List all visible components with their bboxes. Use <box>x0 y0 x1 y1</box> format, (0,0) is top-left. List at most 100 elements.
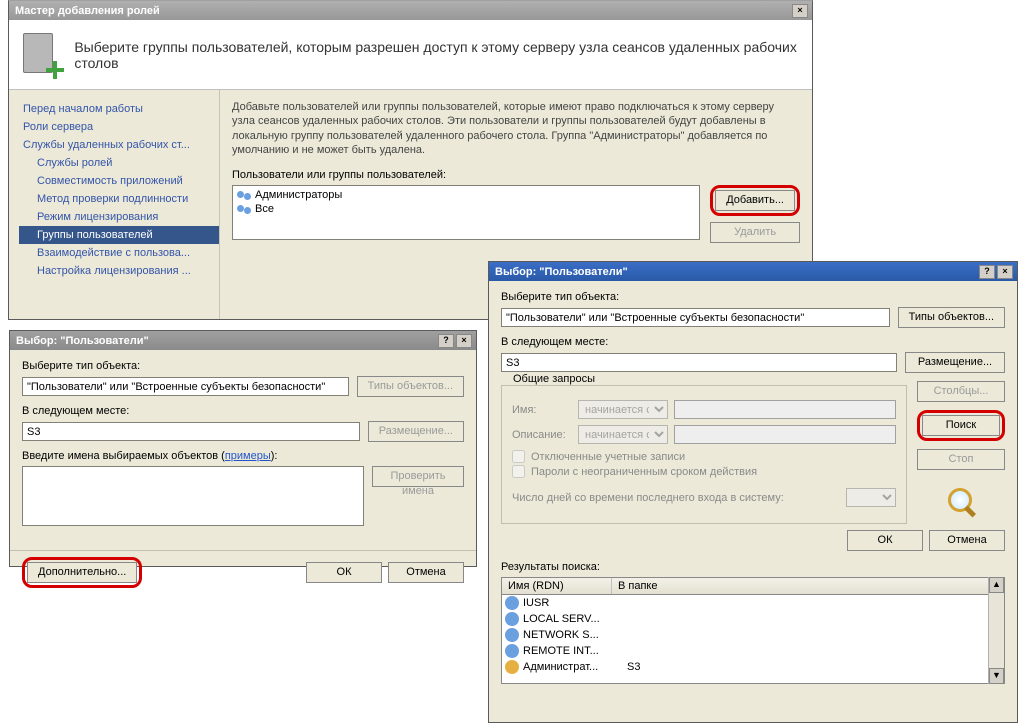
objtype-field <box>22 377 349 396</box>
result-row[interactable]: IUSR <box>502 595 1004 611</box>
locations-button[interactable]: Размещение... <box>905 352 1005 373</box>
names-label-pre: Введите имена выбираемых объектов ( <box>22 450 225 462</box>
objtype-field <box>501 308 890 327</box>
user-icon <box>505 644 519 658</box>
wizard-heading: Выберите группы пользователей, которым р… <box>74 39 802 71</box>
common-queries-group: Общие запросы Имя: начинается с Описание… <box>501 385 907 524</box>
cancel-button[interactable]: Отмена <box>929 530 1005 551</box>
wizard-description: Добавьте пользователей или группы пользо… <box>232 100 800 157</box>
user-icon <box>505 596 519 610</box>
group-icon <box>237 189 251 201</box>
server-add-icon <box>19 31 64 79</box>
location-field <box>501 353 897 372</box>
user-group-listbox[interactable]: Администраторы Все <box>232 185 700 240</box>
desc-filter-input[interactable] <box>674 425 896 444</box>
common-queries-title: Общие запросы <box>509 373 599 385</box>
result-name: REMOTE INT... <box>523 645 623 657</box>
step-app-compat[interactable]: Совместимость приложений <box>19 172 219 190</box>
step-rds[interactable]: Службы удаленных рабочих ст... <box>19 136 219 154</box>
scroll-down-icon[interactable]: ▼ <box>989 668 1004 684</box>
location-label: В следующем месте: <box>501 336 1005 348</box>
dialog2-title: Выбор: "Пользователи" <box>493 266 979 278</box>
result-name: NETWORK S... <box>523 629 623 641</box>
result-row[interactable]: LOCAL SERV... <box>502 611 1004 627</box>
result-row[interactable]: NETWORK S... <box>502 627 1004 643</box>
results-header: Имя (RDN) В папке <box>501 577 1005 594</box>
objtype-label: Выберите тип объекта: <box>501 291 1005 303</box>
locations-button[interactable]: Размещение... <box>368 421 464 442</box>
group-icon <box>237 203 251 215</box>
step-before[interactable]: Перед началом работы <box>19 100 219 118</box>
wizard-steps: Перед началом работы Роли сервера Службы… <box>9 90 219 319</box>
days-since-logon-label: Число дней со времени последнего входа в… <box>512 492 840 504</box>
step-licensing-config[interactable]: Настройка лицензирования ... <box>19 262 219 280</box>
days-since-logon-select[interactable] <box>846 488 896 507</box>
dialog2-titlebar[interactable]: Выбор: "Пользователи" ? × <box>489 262 1017 281</box>
object-types-button[interactable]: Типы объектов... <box>357 376 464 397</box>
advanced-button[interactable]: Дополнительно... <box>27 562 137 583</box>
results-scrollbar[interactable]: ▲ ▼ <box>988 577 1004 684</box>
scroll-up-icon[interactable]: ▲ <box>989 577 1004 593</box>
step-role-services[interactable]: Службы ролей <box>19 154 219 172</box>
result-name: Администрат... <box>523 661 623 673</box>
step-auth-method[interactable]: Метод проверки подлинности <box>19 190 219 208</box>
ok-button[interactable]: ОК <box>847 530 923 551</box>
highlight-search: Поиск <box>917 410 1005 441</box>
add-button[interactable]: Добавить... <box>715 190 795 211</box>
result-name: LOCAL SERV... <box>523 613 623 625</box>
list-item[interactable]: Администраторы <box>235 188 697 202</box>
object-types-button[interactable]: Типы объектов... <box>898 307 1005 328</box>
step-user-groups[interactable]: Группы пользователей <box>19 226 219 244</box>
col-folder[interactable]: В папке <box>612 578 1004 594</box>
ok-button[interactable]: ОК <box>306 562 382 583</box>
wizard-titlebar[interactable]: Мастер добавления ролей × <box>9 1 812 20</box>
user-icon <box>505 628 519 642</box>
search-icon <box>944 486 978 514</box>
col-name[interactable]: Имя (RDN) <box>502 578 612 594</box>
list-item-label: Администраторы <box>255 189 342 201</box>
close-icon[interactable]: × <box>456 334 472 348</box>
highlight-add: Добавить... <box>710 185 800 216</box>
dialog1-titlebar[interactable]: Выбор: "Пользователи" ? × <box>10 331 476 350</box>
object-names-input[interactable] <box>22 466 364 526</box>
no-pw-expire-checkbox[interactable] <box>512 465 525 478</box>
name-filter-input[interactable] <box>674 400 896 419</box>
result-name: IUSR <box>523 597 623 609</box>
result-row[interactable]: Администрат... S3 <box>502 659 1004 675</box>
disabled-accounts-label: Отключенные учетные записи <box>531 451 685 463</box>
step-roles[interactable]: Роли сервера <box>19 118 219 136</box>
examples-link[interactable]: примеры <box>225 450 271 462</box>
name-filter-mode[interactable]: начинается с <box>578 400 668 419</box>
desc-filter-label: Описание: <box>512 429 572 441</box>
desc-filter-mode[interactable]: начинается с <box>578 425 668 444</box>
search-button[interactable]: Поиск <box>922 415 1000 436</box>
no-pw-expire-label: Пароли с неограниченным сроком действия <box>531 466 757 478</box>
step-licensing-mode[interactable]: Режим лицензирования <box>19 208 219 226</box>
wizard-title: Мастер добавления ролей <box>13 5 792 17</box>
names-label-post: ): <box>271 450 278 462</box>
step-user-interaction[interactable]: Взаимодействие с пользова... <box>19 244 219 262</box>
dialog1-title: Выбор: "Пользователи" <box>14 335 438 347</box>
names-label: Введите имена выбираемых объектов (приме… <box>22 450 464 462</box>
result-folder: S3 <box>627 661 640 673</box>
stop-button[interactable]: Стоп <box>917 449 1005 470</box>
location-field <box>22 422 360 441</box>
help-icon[interactable]: ? <box>979 265 995 279</box>
check-names-button[interactable]: Проверить имена <box>372 466 464 487</box>
help-icon[interactable]: ? <box>438 334 454 348</box>
result-row[interactable]: REMOTE INT... <box>502 643 1004 659</box>
remove-button[interactable]: Удалить <box>710 222 800 243</box>
highlight-advanced: Дополнительно... <box>22 557 142 588</box>
user-list-label: Пользователи или группы пользователей: <box>232 169 800 181</box>
columns-button[interactable]: Столбцы... <box>917 381 1005 402</box>
close-icon[interactable]: × <box>997 265 1013 279</box>
location-label: В следующем месте: <box>22 405 464 417</box>
results-listbox[interactable]: IUSR LOCAL SERV... NETWORK S... REMOTE I… <box>501 594 1005 684</box>
select-users-dialog-2: Выбор: "Пользователи" ? × Выберите тип о… <box>488 261 1018 723</box>
cancel-button[interactable]: Отмена <box>388 562 464 583</box>
select-users-dialog-1: Выбор: "Пользователи" ? × Выберите тип о… <box>9 330 477 567</box>
list-item[interactable]: Все <box>235 202 697 216</box>
close-icon[interactable]: × <box>792 4 808 18</box>
disabled-accounts-checkbox[interactable] <box>512 450 525 463</box>
user-icon <box>505 660 519 674</box>
